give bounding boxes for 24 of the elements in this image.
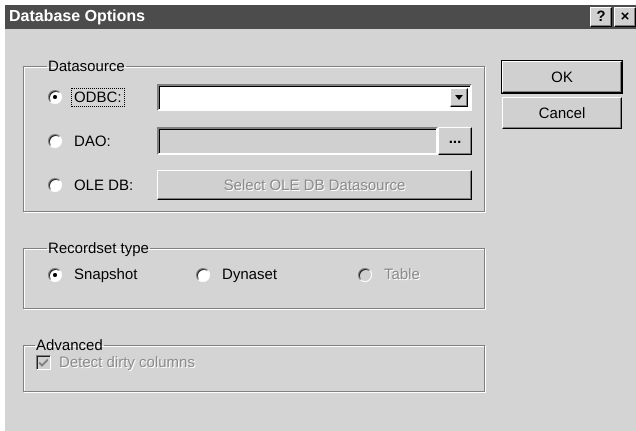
checkbox-label: Detect dirty columns — [59, 354, 195, 371]
group-title: Advanced — [35, 337, 104, 354]
radio-button[interactable] — [48, 268, 62, 282]
radio-button[interactable] — [48, 90, 62, 104]
dropdown-field[interactable] — [157, 84, 472, 110]
help-button[interactable]: ? — [590, 7, 612, 27]
radio-label: OLE DB: — [73, 176, 134, 194]
radio-button[interactable] — [48, 178, 62, 192]
radio-button[interactable] — [196, 268, 210, 282]
dropdown-arrow-icon — [455, 94, 463, 100]
dialog-button[interactable]: Cancel — [502, 97, 622, 129]
dialog-button[interactable]: OK — [502, 61, 622, 93]
radio-label: Table — [383, 265, 421, 284]
radio-button[interactable] — [48, 134, 62, 148]
close-button[interactable]: × — [614, 7, 636, 27]
window-title: Database Options — [9, 8, 146, 26]
browse-button[interactable]: ... — [438, 127, 472, 155]
group-title: Datasource — [47, 58, 126, 75]
radio-label: Dynaset — [221, 265, 278, 284]
radio-label: ODBC: — [71, 88, 125, 106]
checkmark-icon — [39, 358, 48, 366]
radio-label: Snapshot — [73, 265, 138, 284]
group-title: Recordset type — [47, 240, 150, 257]
radio-label: DAO: — [73, 132, 112, 150]
